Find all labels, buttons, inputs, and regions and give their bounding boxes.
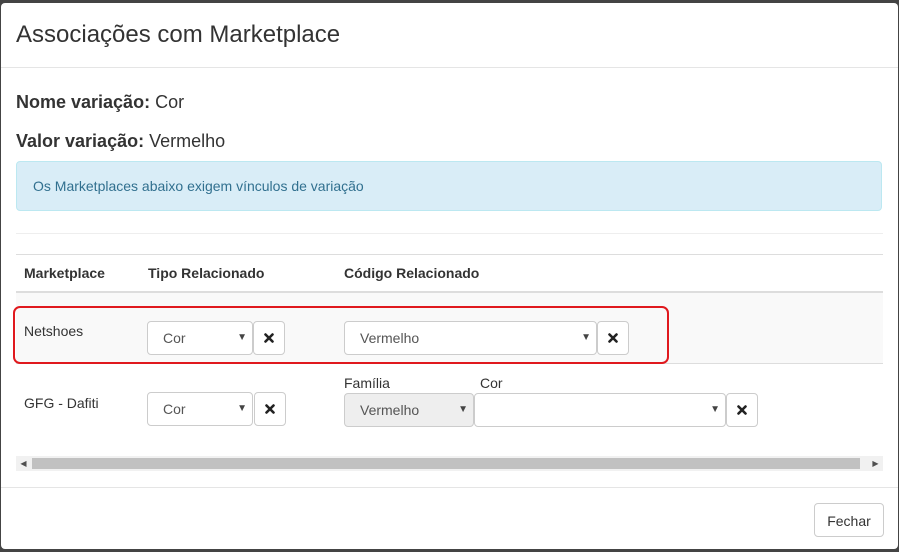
scroll-right-icon[interactable]: ▶ (868, 456, 883, 471)
divider (16, 233, 883, 234)
header-tipo-relacionado: Tipo Relacionado (148, 265, 265, 281)
variation-value-label: Valor variação: (16, 131, 145, 151)
tipo-select-value: Cor (163, 401, 186, 417)
horizontal-scrollbar[interactable]: ◀ ▶ (16, 456, 883, 471)
modal-header: Associações com Marketplace (1, 3, 898, 68)
caret-down-icon: ▼ (458, 404, 468, 415)
tipo-select-dafiti[interactable]: Cor ▼ (147, 392, 253, 426)
remove-codigo-button-dafiti[interactable] (726, 393, 758, 427)
marketplace-associations-modal: Associações com Marketplace Nome variaçã… (1, 3, 898, 549)
row-marketplace-dafiti: GFG - Dafiti (24, 395, 99, 411)
header-codigo-relacionado: Código Relacionado (344, 265, 480, 281)
modal-title: Associações com Marketplace (16, 21, 341, 48)
info-alert: Os Marketplaces abaixo exigem vínculos d… (16, 161, 882, 211)
caret-down-icon: ▼ (710, 404, 720, 415)
remove-tipo-button-dafiti[interactable] (254, 392, 286, 426)
close-icon (265, 404, 275, 414)
familia-label: Família (344, 375, 390, 391)
caret-down-icon: ▼ (237, 403, 247, 414)
scroll-left-icon[interactable]: ◀ (16, 456, 31, 471)
familia-select-value: Vermelho (360, 402, 420, 418)
cor-select-dafiti[interactable]: ▼ (474, 393, 726, 427)
variation-value: Valor variação: Vermelho (16, 130, 225, 152)
close-button[interactable]: Fechar (814, 503, 884, 537)
scrollbar-thumb[interactable] (32, 458, 860, 469)
variation-name-value: Cor (155, 92, 185, 112)
close-icon (737, 405, 747, 415)
highlight-box (13, 306, 669, 364)
variation-value-value: Vermelho (149, 131, 226, 151)
cor-label: Cor (480, 375, 503, 391)
table-top-border (16, 254, 883, 255)
modal-footer-border (1, 487, 898, 488)
variation-name: Nome variação: Cor (16, 91, 184, 113)
header-marketplace: Marketplace (24, 265, 105, 281)
familia-select-dafiti[interactable]: Vermelho ▼ (344, 393, 474, 427)
variation-name-label: Nome variação: (16, 92, 151, 112)
